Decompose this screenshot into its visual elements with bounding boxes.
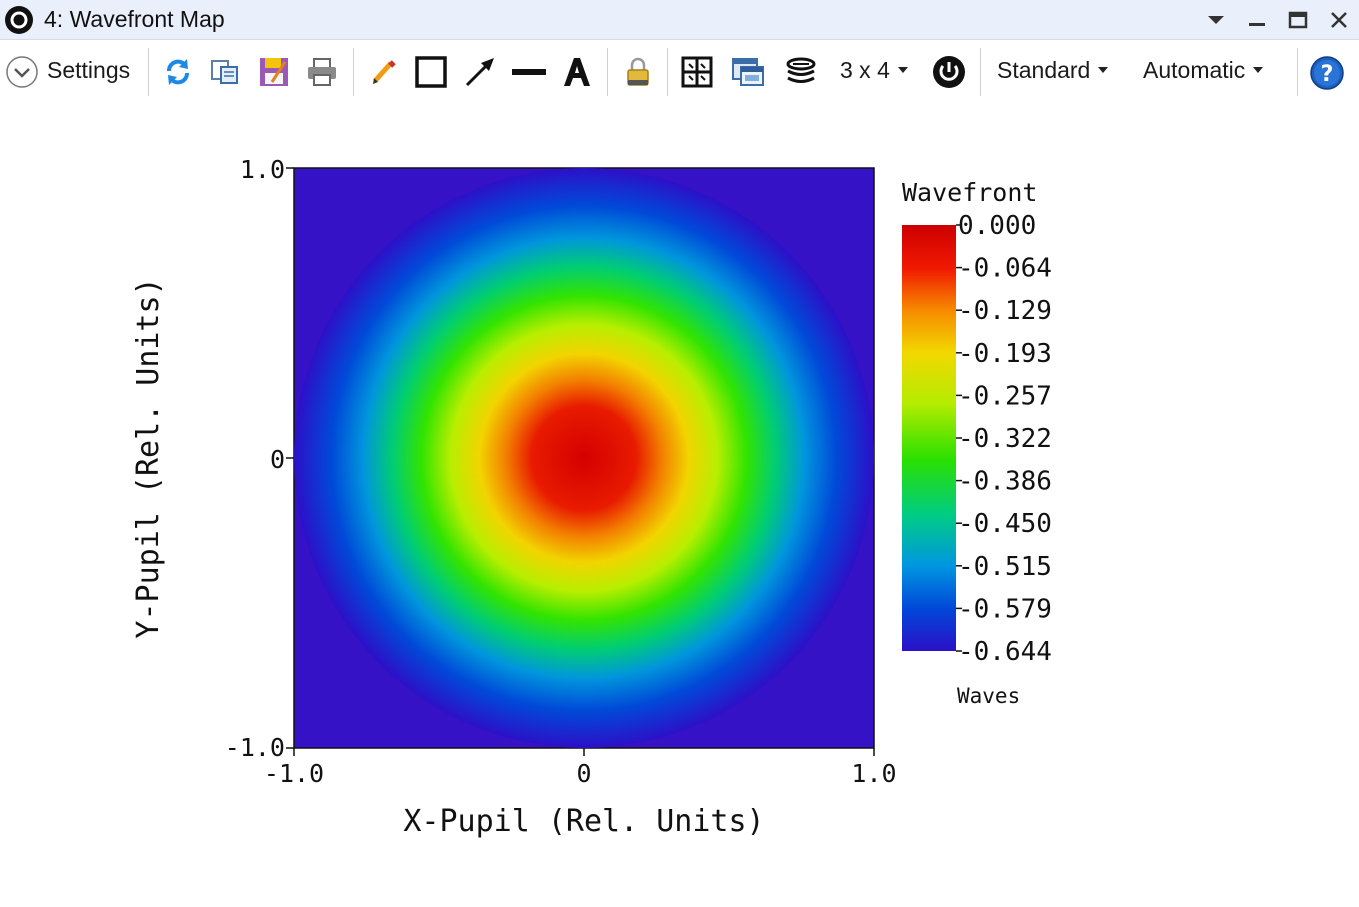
toolbar: Settings 3 x 4 Standard Automatic ? <box>0 40 1359 106</box>
scale-label: Automatic <box>1143 57 1246 83</box>
lock-button[interactable] <box>620 54 656 90</box>
colorbar-tick-label: -0.193 <box>958 339 1052 369</box>
style-label: Standard <box>997 57 1091 83</box>
refresh-button[interactable] <box>160 54 196 90</box>
svg-text:?: ? <box>1321 62 1334 87</box>
grid-button[interactable] <box>679 54 715 90</box>
style-dropdown[interactable]: Standard <box>997 57 1109 84</box>
draw-rectangle-button[interactable] <box>413 54 449 90</box>
x-tick-label: -1.0 <box>264 759 324 788</box>
colorbar-ticks: 0.000 -0.064 -0.129 -0.193 -0.257 -0.322 -0.38… <box>956 211 1052 667</box>
colorbar-tick-label: -0.644 <box>958 637 1052 667</box>
rectangle-icon <box>415 56 447 88</box>
colorbar-tick-label: -0.386 <box>958 467 1052 497</box>
chevron-down-icon <box>1208 16 1224 24</box>
pupil-heatmap <box>294 168 874 748</box>
scale-dropdown[interactable]: Automatic <box>1143 57 1264 84</box>
draw-text-button[interactable] <box>559 54 595 90</box>
settings-toggle-button[interactable] <box>4 54 40 90</box>
toolbar-divider <box>980 48 981 96</box>
window-icon <box>732 58 764 86</box>
toolbar-divider <box>607 48 608 96</box>
x-tick-label: 0 <box>576 759 591 788</box>
toolbar-divider <box>667 48 668 96</box>
colorbar-tick-label: -0.515 <box>958 552 1052 582</box>
power-button[interactable] <box>931 54 967 90</box>
pencil-icon <box>373 60 396 84</box>
plot-area: 1.0 0 -1.0 -1.0 0 1.0 X-Pupil (Rel. Unit… <box>0 106 1359 903</box>
maximize-icon <box>1288 11 1308 29</box>
window-menu-button[interactable] <box>1196 0 1236 40</box>
wavefront-chart: 1.0 0 -1.0 -1.0 0 1.0 X-Pupil (Rel. Unit… <box>131 155 1052 839</box>
print-icon <box>308 58 336 86</box>
y-axis-label: Y-Pupil (Rel. Units) <box>131 277 166 638</box>
help-button[interactable]: ? <box>1308 54 1346 92</box>
colorbar <box>902 225 956 651</box>
window-button[interactable] <box>730 54 766 90</box>
toolbar-divider <box>148 48 149 96</box>
y-tick-label: -1.0 <box>225 733 285 762</box>
colorbar-unit: Waves <box>957 684 1020 708</box>
colorbar-tick-label: -0.450 <box>958 509 1052 539</box>
line-icon <box>512 69 546 75</box>
toolbar-divider <box>353 48 354 96</box>
colorbar-tick-label: -0.129 <box>958 296 1052 326</box>
x-axis-label: X-Pupil (Rel. Units) <box>403 804 764 839</box>
colorbar-title: Wavefront <box>902 178 1037 207</box>
copy-button[interactable] <box>207 54 243 90</box>
toolbar-divider <box>1297 48 1298 96</box>
caret-down-icon <box>1253 66 1264 73</box>
copy-icon <box>211 60 238 84</box>
caret-down-icon <box>1098 66 1109 73</box>
title-bar: 4: Wavefront Map <box>0 0 1359 40</box>
layout-label: 3 x 4 <box>840 57 890 83</box>
close-button[interactable] <box>1319 0 1359 40</box>
colorbar-tick-label: -0.322 <box>958 424 1052 454</box>
help-icon: ? <box>1310 56 1344 90</box>
close-icon <box>1331 12 1347 28</box>
layers-button[interactable] <box>783 54 819 90</box>
minimize-button[interactable] <box>1237 0 1277 40</box>
lock-icon <box>627 57 649 86</box>
colorbar-tick-label: -0.064 <box>958 254 1052 284</box>
colorbar-tick-label: -0.257 <box>958 381 1052 411</box>
window-title: 4: Wavefront Map <box>44 6 225 32</box>
print-button[interactable] <box>304 54 340 90</box>
save-icon <box>260 58 288 86</box>
settings-label[interactable]: Settings <box>47 57 130 84</box>
app-icon <box>5 6 33 34</box>
save-button[interactable] <box>256 54 292 90</box>
y-tick-label: 0 <box>270 445 285 474</box>
draw-pencil-button[interactable] <box>366 54 402 90</box>
y-tick-label: 1.0 <box>240 155 285 184</box>
chevron-down-icon <box>6 56 38 88</box>
maximize-button[interactable] <box>1278 0 1318 40</box>
grid-icon <box>681 56 713 88</box>
text-icon <box>564 58 590 86</box>
colorbar-tick-label: 0.000 <box>958 211 1036 241</box>
power-icon <box>933 56 965 88</box>
refresh-icon <box>167 59 189 85</box>
arrow-icon <box>465 58 494 87</box>
minimize-icon <box>1249 23 1265 26</box>
layout-dropdown[interactable]: 3 x 4 <box>840 57 908 84</box>
caret-down-icon <box>897 66 908 73</box>
colorbar-tick-label: -0.579 <box>958 594 1052 624</box>
draw-line-button[interactable] <box>509 54 549 90</box>
x-tick-label: 1.0 <box>851 759 896 788</box>
layers-icon <box>786 57 816 83</box>
draw-arrow-button[interactable] <box>462 54 498 90</box>
